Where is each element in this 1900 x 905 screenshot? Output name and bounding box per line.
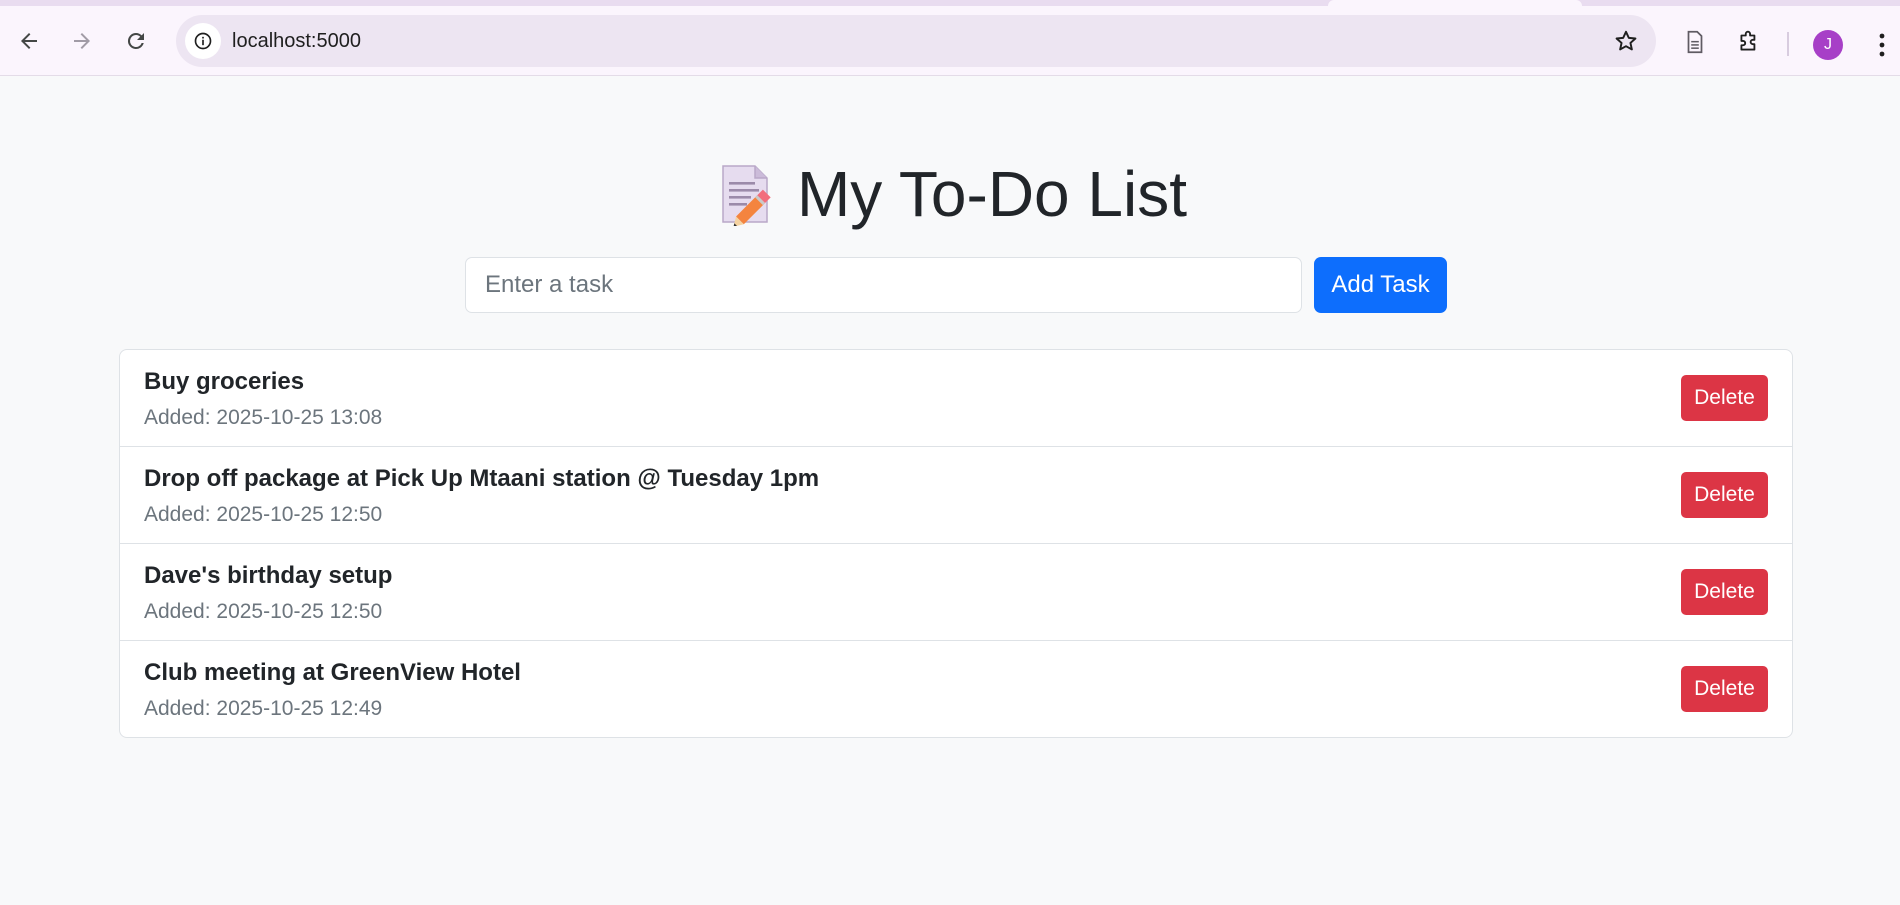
- star-icon: [1615, 30, 1637, 51]
- bookmark-button[interactable]: [1612, 27, 1640, 55]
- task-title: Dave's birthday setup: [144, 562, 393, 589]
- task-list: Buy groceries Added: 2025-10-25 13:08 De…: [119, 349, 1793, 738]
- page-content: My To-Do List Add Task Buy groceries Add…: [0, 77, 1900, 905]
- info-icon: [194, 32, 212, 50]
- task-item: Club meeting at GreenView Hotel Added: 2…: [120, 641, 1792, 737]
- profile-avatar[interactable]: J: [1813, 30, 1843, 60]
- url-text[interactable]: localhost:5000: [232, 15, 361, 67]
- site-info-button[interactable]: [185, 23, 221, 59]
- task-item: Dave's birthday setup Added: 2025-10-25 …: [120, 544, 1792, 641]
- browser-toolbar: localhost:5000 J: [0, 6, 1900, 76]
- page-title-text: My To-Do List: [796, 158, 1188, 230]
- task-added-date: Added: 2025-10-25 12:50: [144, 600, 383, 623]
- add-task-form: Add Task: [465, 257, 1447, 313]
- back-arrow-icon: [21, 33, 37, 49]
- task-title: Buy groceries: [144, 368, 305, 395]
- back-button[interactable]: [11, 23, 47, 59]
- task-added-date: Added: 2025-10-25 12:50: [144, 503, 383, 526]
- task-title: Club meeting at GreenView Hotel: [144, 659, 521, 686]
- task-title: Drop off package at Pick Up Mtaani stati…: [144, 465, 820, 492]
- task-input[interactable]: [465, 257, 1302, 313]
- toolbar-divider: [1787, 32, 1789, 56]
- task-item: Buy groceries Added: 2025-10-25 13:08 De…: [120, 350, 1792, 447]
- forward-button[interactable]: [64, 23, 100, 59]
- page-title: My To-Do List: [713, 154, 1187, 234]
- puzzle-icon: [1740, 30, 1756, 51]
- browser-menu-button[interactable]: [1872, 28, 1892, 62]
- task-added-date: Added: 2025-10-25 13:08: [144, 406, 383, 429]
- memo-icon: [713, 162, 777, 226]
- add-task-button[interactable]: Add Task: [1314, 257, 1447, 313]
- task-item: Drop off package at Pick Up Mtaani stati…: [120, 447, 1792, 544]
- delete-task-button[interactable]: Delete: [1681, 666, 1768, 712]
- reload-icon: [127, 32, 144, 49]
- reading-mode-button[interactable]: [1680, 27, 1710, 57]
- page-header: My To-Do List: [0, 154, 1900, 234]
- delete-task-button[interactable]: Delete: [1681, 569, 1768, 615]
- reload-button[interactable]: [118, 23, 154, 59]
- delete-task-button[interactable]: Delete: [1681, 375, 1768, 421]
- task-added-date: Added: 2025-10-25 12:49: [144, 697, 383, 720]
- forward-arrow-icon: [74, 33, 90, 49]
- address-bar[interactable]: localhost:5000: [176, 15, 1656, 67]
- delete-task-button[interactable]: Delete: [1681, 472, 1768, 518]
- document-icon: [1687, 30, 1703, 54]
- extensions-button[interactable]: [1734, 27, 1764, 57]
- kebab-menu-icon: [1879, 33, 1885, 57]
